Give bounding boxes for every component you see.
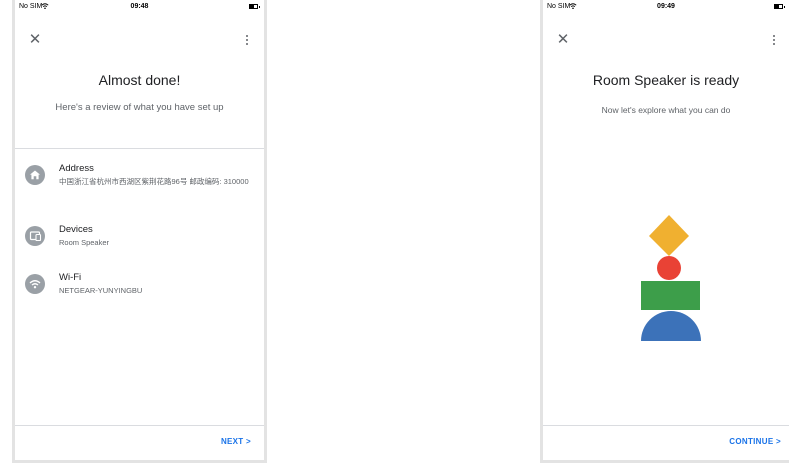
close-button[interactable]: ✕ (556, 31, 570, 48)
close-button[interactable]: ✕ (28, 31, 42, 48)
page-title: Room Speaker is ready (592, 72, 740, 88)
address-value: 中国浙江省杭州市西湖区紫荆花路96号 邮政编码: 310000 (59, 177, 249, 186)
battery-icon (774, 4, 785, 9)
footer-divider (15, 425, 264, 426)
page-subtitle: Here's a review of what you have set up (55, 102, 224, 113)
review-item-wifi: Wi-Fi NETGEAR-YUNYINGBU (25, 272, 254, 312)
continue-button[interactable]: CONTINUE > (729, 437, 781, 446)
devices-value: Room Speaker (59, 238, 110, 247)
circle-shape (657, 256, 681, 280)
wifi-label: Wi-Fi (59, 272, 82, 283)
chevron-right-icon: > (246, 437, 251, 446)
status-bar: No SIM 09:49 (543, 0, 789, 13)
more-options-button[interactable] (242, 33, 252, 49)
status-bar: No SIM 09:48 (15, 0, 264, 13)
devices-label: Devices (59, 224, 93, 235)
review-item-devices: Devices Room Speaker (25, 224, 254, 264)
rectangle-shape (641, 281, 700, 310)
next-button-label: NEXT (220, 437, 244, 446)
half-circle-shape (641, 311, 701, 341)
device-icon (25, 226, 45, 246)
next-button[interactable]: NEXT > (221, 437, 251, 446)
chevron-right-icon: > (776, 437, 781, 446)
close-icon: ✕ (28, 31, 42, 48)
ready-screen: No SIM 09:49 ✕ Room Speaker is ready Now… (540, 0, 789, 463)
home-icon (25, 165, 45, 185)
speaker-ready-illustration (641, 215, 701, 341)
close-icon: ✕ (556, 31, 570, 48)
page-title: Almost done! (98, 72, 181, 88)
address-label: Address (59, 163, 94, 174)
wifi-icon (25, 274, 45, 294)
wifi-value: NETGEAR-YUNYINGBU (59, 286, 143, 295)
clock: 09:48 (130, 3, 149, 10)
divider (15, 148, 264, 149)
clock: 09:49 (657, 3, 675, 10)
review-screen: No SIM 09:48 ✕ Almost done! Here's a rev… (12, 0, 267, 463)
battery-icon (249, 4, 260, 9)
continue-button-label: CONTINUE (729, 437, 774, 446)
footer-divider (543, 425, 789, 426)
more-options-button[interactable] (769, 33, 779, 49)
page-subtitle: Now let's explore what you can do (601, 105, 731, 115)
review-item-address: Address 中国浙江省杭州市西湖区紫荆花路96号 邮政编码: 310000 (25, 163, 254, 203)
diamond-shape (649, 215, 689, 256)
